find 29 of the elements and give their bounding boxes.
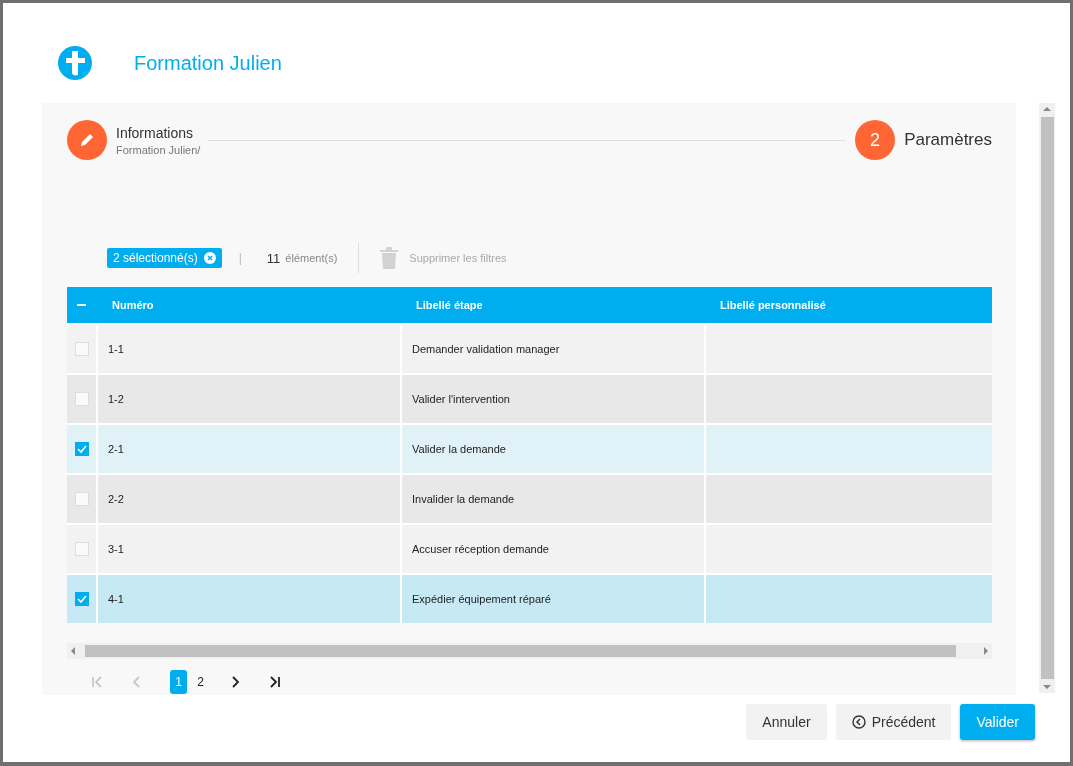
item-count-label: élément(s) [285, 252, 338, 264]
column-header[interactable]: Libellé personnalisé [704, 287, 992, 323]
page-button[interactable]: 1 [170, 670, 187, 694]
step-title: Informations [116, 124, 195, 141]
trash-icon [379, 246, 400, 270]
column-header[interactable]: Libellé étape [400, 287, 704, 323]
dialog-title: Formation Julien [134, 51, 282, 75]
back-circle-icon [851, 715, 866, 729]
vertical-scrollbar[interactable] [1039, 103, 1055, 693]
clear-icon[interactable] [203, 252, 216, 264]
previous-button[interactable]: Précédent [835, 704, 952, 740]
step-title: Paramètres [904, 130, 992, 150]
pencil-step-icon [67, 120, 107, 160]
page-button[interactable]: 2 [192, 670, 209, 694]
horizontal-scrollbar[interactable] [67, 643, 992, 659]
row-checkbox[interactable] [74, 442, 89, 456]
column-header[interactable]: Numéro [96, 287, 400, 323]
step-number: 2 [855, 120, 896, 160]
validate-button[interactable]: Valider [960, 704, 1035, 740]
selection-chip[interactable]: 2 sélectionné(s) [107, 248, 222, 268]
separator-text: | [238, 251, 242, 265]
table-cell: 4-1 [96, 575, 400, 623]
row-checkbox[interactable] [74, 592, 89, 606]
last-page-icon[interactable] [268, 675, 282, 689]
item-count: 11 [266, 250, 281, 266]
cancel-button[interactable]: Annuler [746, 704, 827, 740]
step-subtitle: Formation Julien/ [116, 143, 201, 156]
logo-icon [58, 46, 92, 80]
table-cell: Expédier équipement réparé [400, 575, 704, 623]
